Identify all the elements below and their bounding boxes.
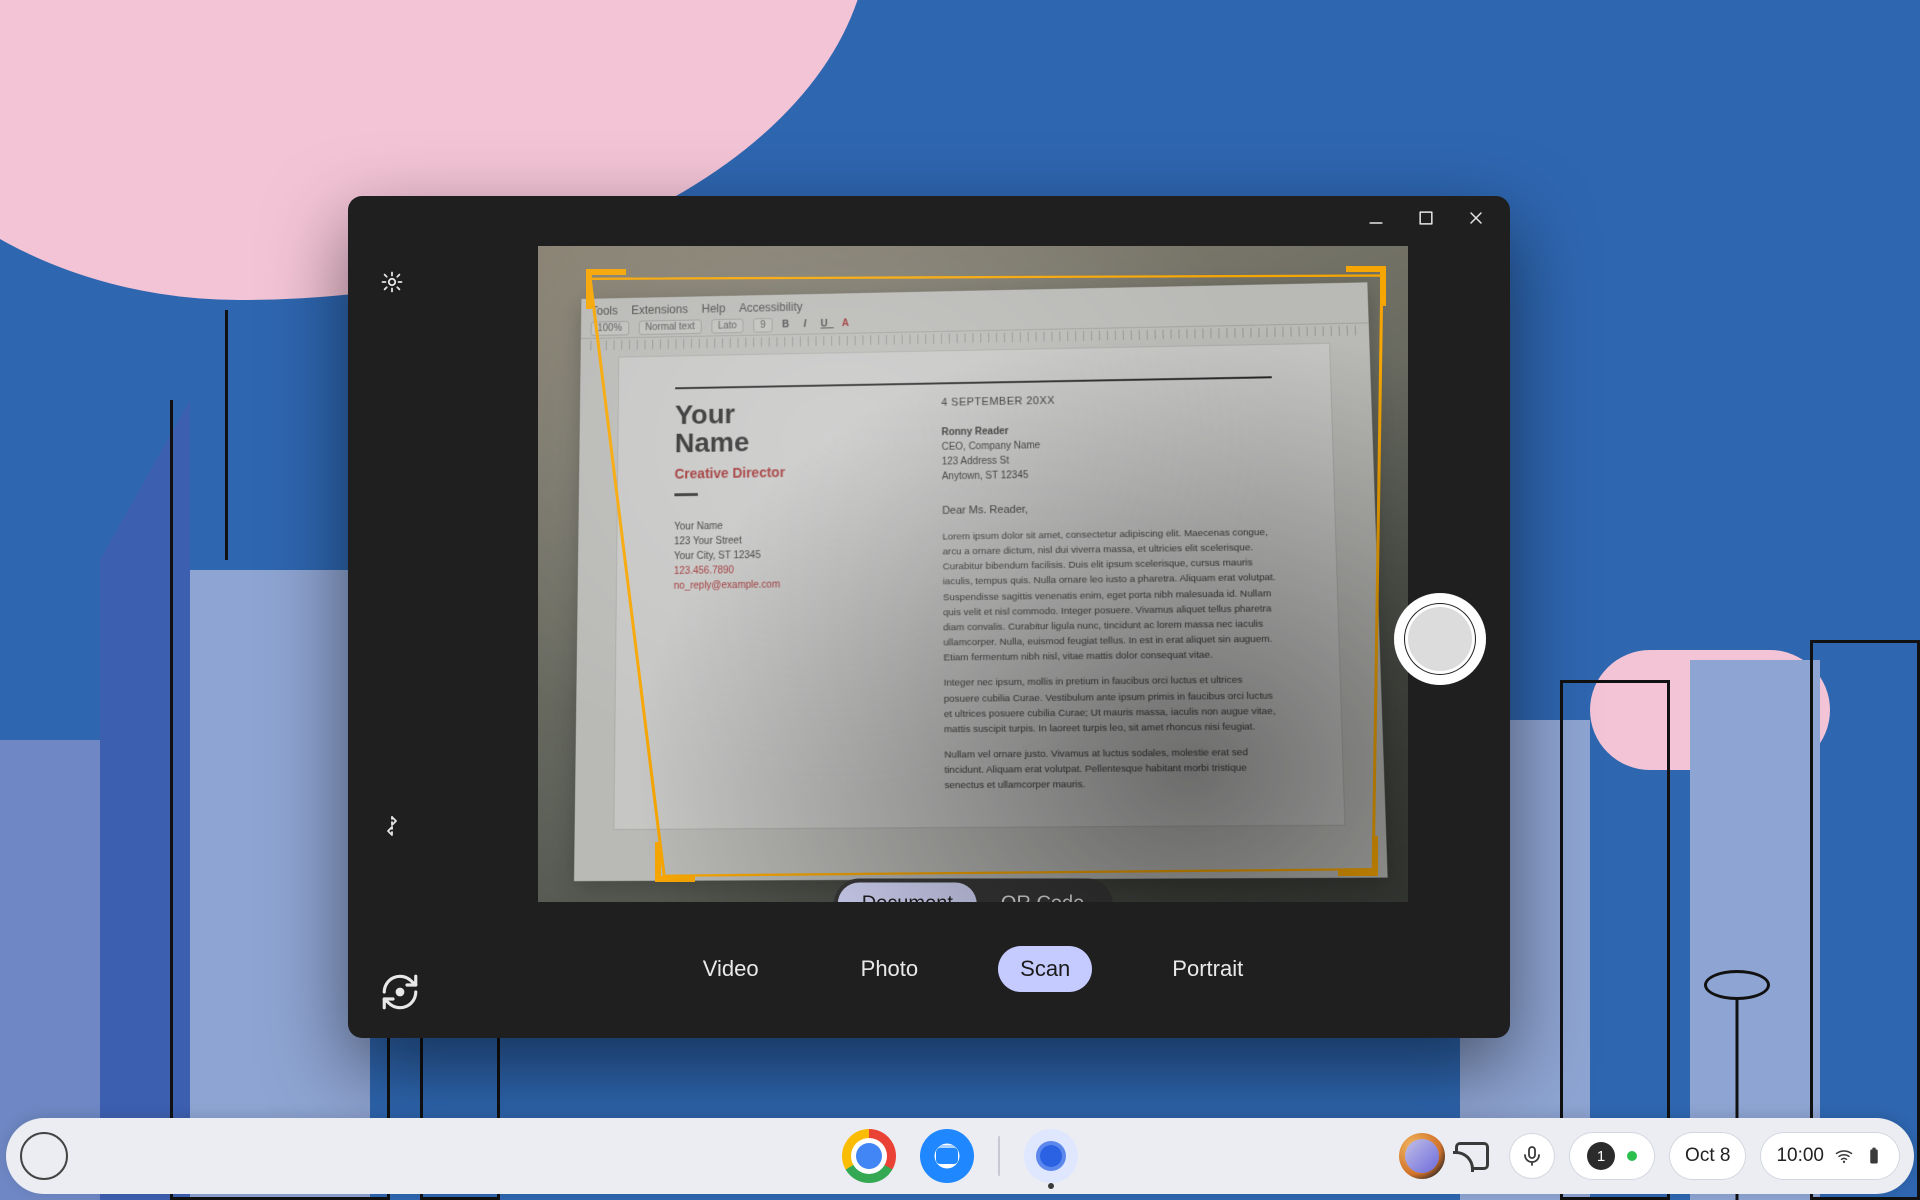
cast-icon	[1455, 1142, 1489, 1170]
doc-zoom-level: 100%	[590, 321, 628, 336]
shelf: 1 Oct 8 10:00	[6, 1118, 1914, 1194]
mode-scan[interactable]: Scan	[998, 946, 1092, 992]
scan-submode-document[interactable]: Document	[838, 883, 977, 903]
doc-from-email: no_reply@example.com	[673, 576, 900, 594]
doc-salutation: Dear Ms. Reader,	[942, 499, 1276, 520]
status-dot-icon	[1627, 1151, 1637, 1161]
running-indicator-icon	[1048, 1183, 1054, 1189]
doc-menu-tools: Tools	[591, 304, 618, 318]
settings-button[interactable]	[370, 260, 414, 304]
quick-settings-pill[interactable]: 10:00	[1760, 1132, 1900, 1180]
switch-camera-button[interactable]	[370, 962, 430, 1022]
doc-letter-date: 4 SEPTEMBER 20XX	[941, 390, 1273, 412]
camera-mode-row: Video Photo Scan Portrait	[681, 946, 1265, 992]
mode-portrait[interactable]: Portrait	[1150, 946, 1265, 992]
window-maximize-button[interactable]	[1404, 196, 1448, 240]
shelf-time: 10:00	[1776, 1145, 1824, 1167]
scan-submode-switch: Document QR Code	[834, 879, 1113, 903]
doc-sender-name-line1: Your	[675, 397, 900, 430]
pinned-app-files[interactable]	[920, 1129, 974, 1183]
doc-paragraph-style: Normal text	[638, 320, 701, 336]
notification-count-badge: 1	[1587, 1142, 1615, 1170]
date-pill[interactable]: Oct 8	[1669, 1132, 1746, 1180]
microphone-icon	[1520, 1144, 1544, 1168]
doc-body-para2: Integer nec ipsum, mollis in pretium in …	[943, 673, 1282, 738]
switch-camera-icon	[379, 971, 421, 1013]
scan-submode-qr-code[interactable]: QR Code	[977, 883, 1108, 903]
user-avatar-icon	[1399, 1133, 1445, 1179]
doc-menu-help: Help	[701, 302, 725, 316]
pinned-app-chrome[interactable]	[842, 1129, 896, 1183]
pinned-app-camera[interactable]	[1024, 1129, 1078, 1183]
doc-font-family: Lato	[711, 319, 744, 334]
mode-photo[interactable]: Photo	[839, 946, 941, 992]
dictation-button[interactable]	[1509, 1133, 1555, 1179]
mode-video[interactable]: Video	[681, 946, 781, 992]
doc-body-para1: Lorem ipsum dolor sit amet, consectetur …	[942, 525, 1280, 666]
camera-app-window: Tools Extensions Help Accessibility 100%…	[348, 196, 1510, 1038]
mirror-toggle-button[interactable]	[370, 804, 414, 848]
gear-icon	[380, 270, 404, 294]
doc-body-para3: Nullam vel ornare justo. Vivamus at luct…	[944, 745, 1284, 794]
doc-sender-name-line2: Name	[674, 426, 899, 458]
mirror-icon	[380, 814, 404, 838]
shutter-button[interactable]	[1394, 593, 1486, 685]
shelf-separator	[998, 1136, 1000, 1176]
shelf-date: Oct 8	[1685, 1145, 1730, 1167]
window-close-button[interactable]	[1454, 196, 1498, 240]
status-avatar-group[interactable]	[1393, 1132, 1495, 1180]
wifi-icon	[1834, 1146, 1854, 1166]
camera-viewfinder[interactable]: Tools Extensions Help Accessibility 100%…	[538, 246, 1408, 902]
launcher-button[interactable]	[20, 1132, 68, 1180]
window-minimize-button[interactable]	[1354, 196, 1398, 240]
shutter-icon	[1408, 607, 1472, 671]
window-titlebar	[348, 196, 1510, 240]
battery-icon	[1864, 1146, 1884, 1166]
scan-preview-document: Tools Extensions Help Accessibility 100%…	[574, 283, 1388, 882]
doc-sender-role: Creative Director	[674, 460, 900, 484]
doc-menu-accessibility: Accessibility	[739, 300, 803, 315]
notification-tray[interactable]: 1	[1569, 1132, 1655, 1180]
shelf-pinned-apps	[842, 1129, 1078, 1183]
doc-font-size: 9	[753, 318, 772, 333]
doc-menu-extensions: Extensions	[631, 303, 688, 318]
camera-side-rail	[348, 240, 436, 1038]
